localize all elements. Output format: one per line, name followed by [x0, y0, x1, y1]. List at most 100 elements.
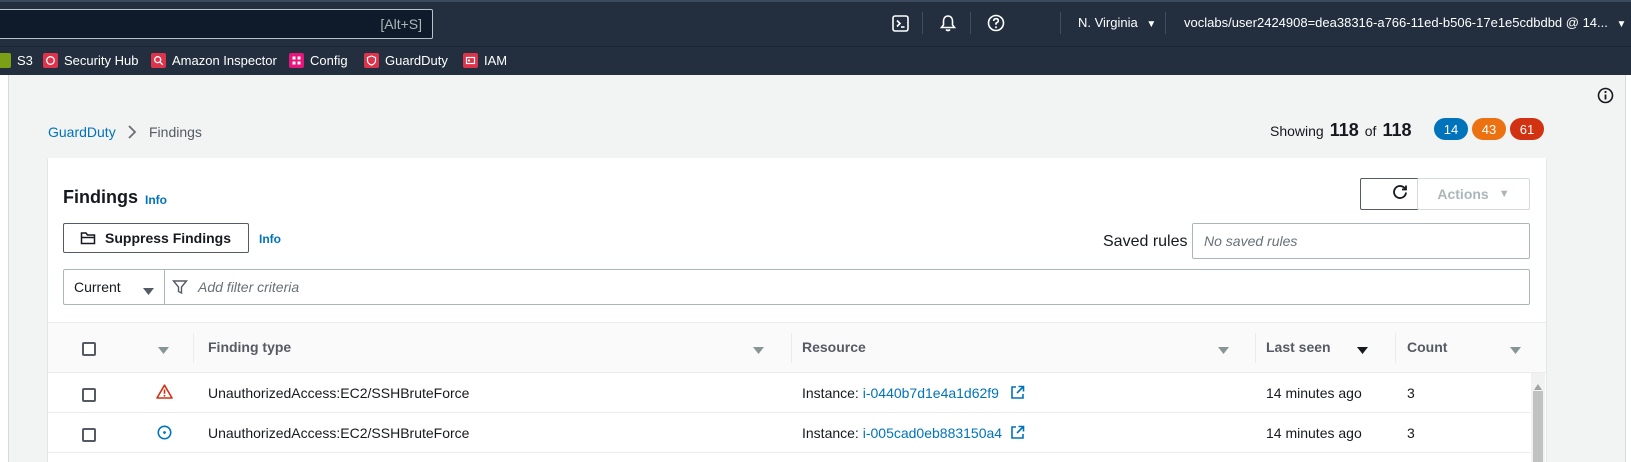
- filter-funnel-icon: [172, 279, 188, 295]
- count-sort-icon[interactable]: [1510, 342, 1521, 360]
- severity-badge-medium[interactable]: 43: [1472, 118, 1506, 140]
- external-link-icon[interactable]: [1010, 425, 1025, 445]
- resource-cell: Instance: i-0440b7d1e4a1d62f9: [802, 385, 999, 401]
- column-separator: [791, 333, 792, 363]
- resource-sort-icon[interactable]: [1218, 342, 1229, 360]
- finding-type-cell[interactable]: UnauthorizedAccess:EC2/SSHBruteForce: [208, 385, 469, 401]
- suppress-findings-button[interactable]: Suppress Findings: [63, 223, 249, 253]
- filter-set-select[interactable]: Current: [63, 269, 165, 305]
- nav-separator: [970, 12, 971, 34]
- suppress-info-link[interactable]: Info: [259, 232, 281, 246]
- favorite-security-hub[interactable]: Security Hub: [43, 53, 138, 68]
- breadcrumb-guardduty[interactable]: GuardDuty: [48, 124, 116, 140]
- column-separator: [193, 333, 194, 363]
- column-finding-type[interactable]: Finding type: [208, 339, 291, 355]
- search-shortcut-hint: [Alt+S]: [380, 16, 422, 32]
- nav-separator: [1060, 12, 1061, 34]
- favorite-label: GuardDuty: [385, 53, 448, 68]
- scrollbar-thumb[interactable]: [1533, 391, 1543, 462]
- resource-instance-link[interactable]: i-005cad0eb883150a4: [863, 425, 1002, 441]
- top-navigation-bar: [Alt+S] N. Virginia ▼ voclabs/user242490…: [0, 0, 1631, 46]
- title-info-link[interactable]: Info: [145, 193, 167, 207]
- warning-triangle-icon: [156, 384, 173, 404]
- saved-rules-placeholder: No saved rules: [1204, 233, 1298, 249]
- finding-type-sort-icon[interactable]: [753, 342, 764, 360]
- column-separator: [1255, 333, 1256, 363]
- side-navigation-collapsed[interactable]: [0, 75, 9, 462]
- actions-label: Actions: [1437, 186, 1489, 202]
- favorite-amazon-inspector[interactable]: Amazon Inspector: [151, 53, 277, 68]
- s3-icon: [0, 53, 11, 68]
- select-all-checkbox[interactable]: [82, 342, 96, 356]
- severity-sort-icon[interactable]: [158, 342, 169, 360]
- nav-separator: [922, 12, 923, 34]
- saved-rules-select[interactable]: No saved rules: [1192, 223, 1530, 259]
- resource-prefix: Instance:: [802, 385, 859, 401]
- favorite-config[interactable]: Config: [289, 53, 348, 68]
- resource-cell: Instance: i-005cad0eb883150a4: [802, 425, 1002, 441]
- favorite-label: Config: [310, 53, 348, 68]
- caret-down-icon: ▼: [1498, 188, 1510, 200]
- favorite-label: S3: [17, 53, 33, 68]
- suppress-label: Suppress Findings: [105, 230, 232, 246]
- help-icon[interactable]: [986, 13, 1006, 33]
- inspector-icon: [151, 53, 166, 68]
- finding-type-cell[interactable]: UnauthorizedAccess:EC2/SSHBruteForce: [208, 425, 469, 441]
- nav-separator: [1165, 12, 1166, 34]
- account-label: voclabs/user2424908=dea38316-a766-11ed-b…: [1184, 15, 1608, 30]
- favorite-label: IAM: [484, 53, 508, 68]
- chevron-right-icon: [127, 124, 137, 145]
- shown-count: 118: [1329, 120, 1359, 140]
- page-title: Findings: [63, 187, 138, 207]
- column-resource[interactable]: Resource: [802, 339, 866, 355]
- last-seen-cell: 14 minutes ago: [1266, 425, 1362, 441]
- account-menu[interactable]: voclabs/user2424908=dea38316-a766-11ed-b…: [1184, 15, 1626, 30]
- search-input[interactable]: [Alt+S]: [0, 9, 433, 39]
- guardduty-icon: [364, 53, 379, 68]
- severity-badge-high[interactable]: 61: [1510, 118, 1544, 140]
- row-checkbox[interactable]: [82, 388, 96, 402]
- last-seen-cell: 14 minutes ago: [1266, 385, 1362, 401]
- row-checkbox[interactable]: [82, 428, 96, 442]
- info-circle-icon[interactable]: [1597, 87, 1614, 109]
- filter-criteria-input[interactable]: Add filter criteria: [164, 269, 1530, 305]
- notifications-bell-icon[interactable]: [938, 13, 958, 33]
- top-border: [0, 0, 1631, 2]
- filter-placeholder: Add filter criteria: [198, 279, 300, 295]
- actions-button[interactable]: Actions ▼: [1417, 178, 1530, 210]
- favorites-bar: S3 Security Hub Amazon Inspector Config …: [0, 46, 1631, 75]
- config-icon: [289, 53, 304, 68]
- last-seen-sort-active-icon[interactable]: [1357, 342, 1368, 360]
- tools-panel-rail: [1625, 75, 1631, 462]
- column-separator: [1395, 333, 1396, 363]
- region-label: N. Virginia: [1078, 15, 1138, 30]
- refresh-icon: [1391, 183, 1409, 206]
- column-count[interactable]: Count: [1407, 339, 1447, 355]
- severity-badge-low[interactable]: 14: [1434, 118, 1468, 140]
- favorite-guardduty[interactable]: GuardDuty: [364, 53, 448, 68]
- resource-prefix: Instance:: [802, 425, 859, 441]
- iam-icon: [463, 53, 478, 68]
- findings-count: Showing 118 of 118: [1270, 120, 1411, 141]
- saved-rules-label: Saved rules: [1103, 233, 1188, 250]
- favorite-iam[interactable]: IAM: [463, 53, 507, 68]
- folder-icon: [80, 230, 96, 246]
- info-circle-icon: [157, 425, 172, 445]
- security-hub-icon: [43, 53, 58, 68]
- of-label: of: [1364, 123, 1377, 139]
- count-cell: 3: [1407, 425, 1415, 441]
- region-selector[interactable]: N. Virginia ▼: [1078, 15, 1156, 30]
- showing-label: Showing: [1270, 123, 1324, 139]
- caret-down-icon: [143, 283, 154, 299]
- external-link-icon[interactable]: [1010, 385, 1025, 405]
- total-count: 118: [1382, 120, 1412, 140]
- favorite-s3[interactable]: S3: [0, 53, 33, 68]
- resource-instance-link[interactable]: i-0440b7d1e4a1d62f9: [863, 385, 999, 401]
- column-last-seen[interactable]: Last seen: [1266, 339, 1331, 355]
- count-cell: 3: [1407, 385, 1415, 401]
- favorite-label: Amazon Inspector: [172, 53, 277, 68]
- caret-down-icon: ▼: [1616, 19, 1627, 30]
- breadcrumb-current: Findings: [149, 124, 202, 140]
- caret-down-icon: ▼: [1146, 19, 1157, 30]
- cloudshell-icon[interactable]: [890, 13, 910, 33]
